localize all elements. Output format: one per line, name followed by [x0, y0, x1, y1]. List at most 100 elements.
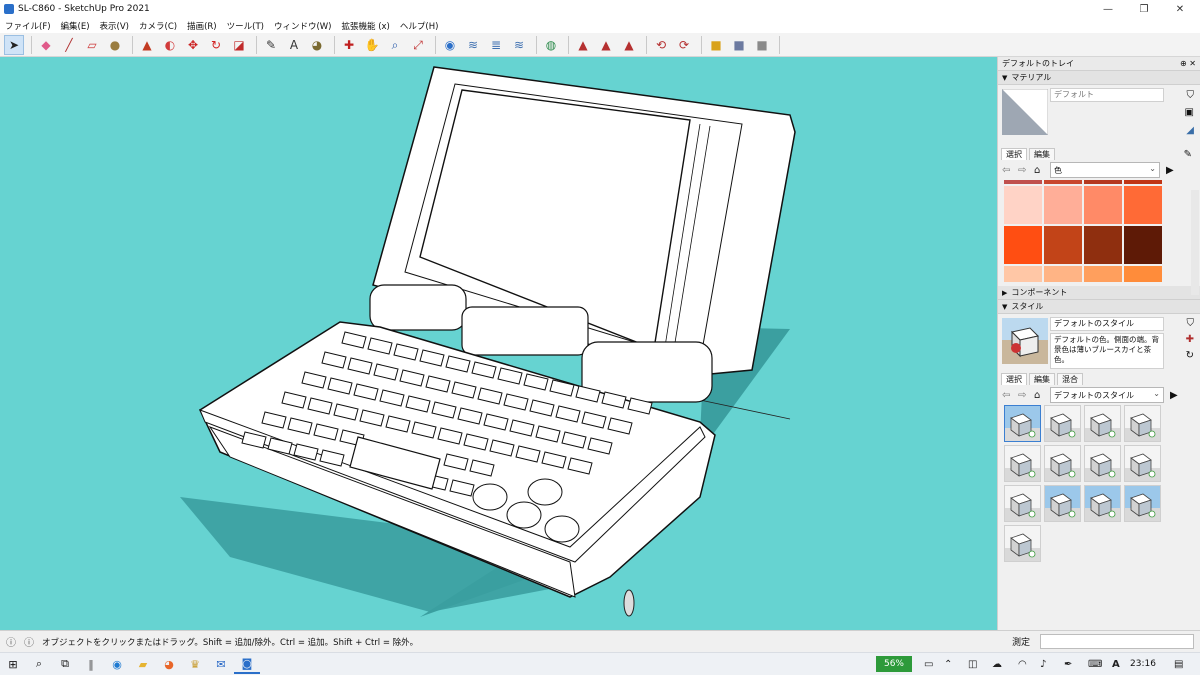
section-display-icon[interactable]: ⟳: [674, 35, 694, 55]
style-thumbnail[interactable]: [1044, 405, 1081, 442]
material-swatch[interactable]: [1124, 180, 1162, 184]
style-preview-thumb[interactable]: [1002, 318, 1048, 364]
material-swatch[interactable]: [1004, 186, 1042, 224]
material-swatch[interactable]: [1084, 226, 1122, 264]
style-thumbnail[interactable]: [1124, 485, 1161, 522]
forward-arrow-icon[interactable]: ⇨: [1018, 390, 1034, 401]
app-icon[interactable]: ♛: [182, 654, 208, 674]
material-name-field[interactable]: デフォルト: [1050, 88, 1164, 102]
component-icon-3[interactable]: ■: [752, 35, 772, 55]
start-windows-icon[interactable]: ⊞: [0, 654, 26, 674]
component-icon-2[interactable]: ■: [729, 35, 749, 55]
tape-measure-icon[interactable]: ✎: [261, 35, 281, 55]
shapes-icon[interactable]: ▱: [82, 35, 102, 55]
section-plane-icon[interactable]: ⟲: [651, 35, 671, 55]
material-swatch[interactable]: [1084, 266, 1122, 282]
style-thumbnail[interactable]: [1044, 485, 1081, 522]
style-thumbnail[interactable]: [1004, 405, 1041, 442]
menu-camera[interactable]: カメラ(C): [134, 20, 182, 32]
eyedropper-small-icon[interactable]: ⛉: [1187, 90, 1195, 101]
style-thumbnail[interactable]: [1044, 445, 1081, 482]
pencil-icon[interactable]: ╱: [59, 35, 79, 55]
menu-extensions[interactable]: 拡張機能 (x): [337, 20, 395, 32]
zoom-extents-icon[interactable]: ⤢: [408, 35, 428, 55]
text-icon[interactable]: A: [284, 35, 304, 55]
material-preview-swatch[interactable]: [1002, 89, 1048, 135]
menu-edit[interactable]: 編集(E): [56, 20, 95, 32]
create-style-icon[interactable]: ⛉: [1187, 318, 1195, 329]
trimble-icon[interactable]: ≋: [509, 35, 529, 55]
material-swatch[interactable]: [1124, 186, 1162, 224]
home-icon[interactable]: ⌂: [1034, 165, 1050, 176]
select-arrow-icon[interactable]: ➤: [4, 34, 24, 55]
orbit-icon[interactable]: ✚: [339, 35, 359, 55]
help-icon[interactable]: ⓘ: [24, 634, 34, 649]
menu-help[interactable]: ヘルプ(H): [395, 20, 444, 32]
account-icon[interactable]: ◍: [541, 35, 561, 55]
paint-icon[interactable]: ◕: [307, 35, 327, 55]
style-thumbnail[interactable]: [1084, 445, 1121, 482]
tray-pin-close-icon[interactable]: ⊕ ✕: [1180, 59, 1196, 68]
menu-tools[interactable]: ツール(T): [222, 20, 269, 32]
extension-icon[interactable]: ≋: [463, 35, 483, 55]
menu-file[interactable]: ファイル(F): [0, 20, 56, 32]
meet-now-icon[interactable]: ◫: [968, 659, 977, 670]
eraser-icon[interactable]: ◆: [36, 35, 56, 55]
firefox-icon[interactable]: ◕: [156, 654, 182, 674]
styles-section-header[interactable]: ▼ スタイル: [998, 300, 1200, 314]
style-thumbnail[interactable]: [1004, 525, 1041, 562]
tab-styles-select[interactable]: 選択: [1001, 373, 1027, 385]
scale-icon[interactable]: ◪: [229, 35, 249, 55]
material-swatch[interactable]: [1124, 266, 1162, 282]
style-thumbnail[interactable]: [1124, 445, 1161, 482]
material-swatch[interactable]: [1084, 180, 1122, 184]
task-view-icon[interactable]: ⧉: [52, 654, 78, 674]
material-swatch[interactable]: [1044, 186, 1082, 224]
material-swatch[interactable]: [1084, 186, 1122, 224]
file-explorer-icon[interactable]: ▰: [130, 654, 156, 674]
components-section-header[interactable]: ▶ コンポーネント: [998, 286, 1200, 300]
ime-indicator[interactable]: A: [1112, 659, 1120, 670]
menu-draw[interactable]: 描画(R): [182, 20, 222, 32]
menu-window[interactable]: ウィンドウ(W): [269, 20, 337, 32]
style-thumbnail[interactable]: [1124, 405, 1161, 442]
refresh-style-icon[interactable]: ↻: [1186, 350, 1194, 361]
material-library-select[interactable]: 色 ⌄: [1050, 162, 1160, 178]
paint-bucket-icon[interactable]: ●: [105, 35, 125, 55]
push-pull-icon[interactable]: ▲: [137, 35, 157, 55]
minimize-button[interactable]: —: [1090, 0, 1126, 18]
onedrive-icon[interactable]: ☁: [992, 659, 1002, 670]
materials-scrollbar[interactable]: [1191, 190, 1199, 295]
tab-styles-mix[interactable]: 混合: [1057, 373, 1083, 385]
battery-icon[interactable]: ▭: [924, 659, 933, 670]
sandbox-icon-3[interactable]: ▲: [619, 35, 639, 55]
volume-icon[interactable]: ♪: [1040, 659, 1046, 670]
update-style-icon[interactable]: ✚: [1186, 334, 1194, 345]
sketchup-taskbar-icon[interactable]: ◙: [234, 654, 260, 674]
style-description-field[interactable]: デフォルトの色。側面の端。背景色は薄いブルースカイと茶色。: [1050, 333, 1164, 369]
details-arrow-icon[interactable]: ▶: [1170, 390, 1178, 401]
layout-icon[interactable]: ≣: [486, 35, 506, 55]
create-material-icon[interactable]: ▣: [1185, 107, 1194, 118]
style-thumbnail[interactable]: [1084, 485, 1121, 522]
measurements-input[interactable]: [1040, 634, 1194, 649]
taskbar-pinned-icon[interactable]: ‖: [78, 654, 104, 674]
material-swatch[interactable]: [1004, 226, 1042, 264]
edge-browser-icon[interactable]: ◉: [104, 654, 130, 674]
sandbox-icon-2[interactable]: ▲: [596, 35, 616, 55]
tab-styles-edit[interactable]: 編集: [1029, 373, 1055, 385]
keyboard-icon[interactable]: ⌨: [1088, 659, 1102, 670]
forward-arrow-icon[interactable]: ⇨: [1018, 165, 1034, 176]
material-swatch[interactable]: [1004, 266, 1042, 282]
style-library-select[interactable]: デフォルトのスタイル ⌄: [1050, 387, 1164, 403]
material-swatch[interactable]: [1124, 226, 1162, 264]
style-thumbnail[interactable]: [1084, 405, 1121, 442]
notification-icon[interactable]: ▤: [1174, 659, 1183, 670]
tab-materials-edit[interactable]: 編集: [1029, 148, 1055, 160]
sandbox-icon-1[interactable]: ▲: [573, 35, 593, 55]
tab-materials-select[interactable]: 選択: [1001, 148, 1027, 160]
style-thumbnail[interactable]: [1004, 445, 1041, 482]
sample-paint-icon[interactable]: ✎: [1184, 149, 1192, 160]
back-arrow-icon[interactable]: ⇦: [1002, 390, 1018, 401]
style-thumbnail[interactable]: [1004, 485, 1041, 522]
